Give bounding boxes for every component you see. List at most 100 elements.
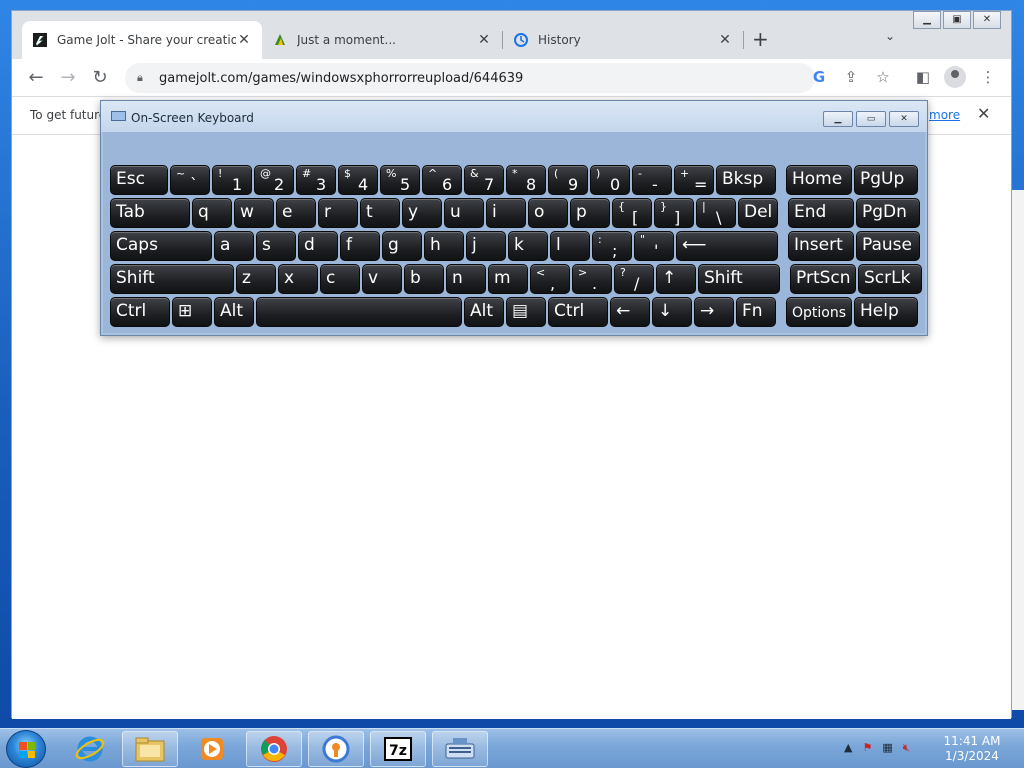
osk-key-3-9[interactable]: >. [572,264,612,294]
osk-key-0-8[interactable]: & 7 [464,165,504,195]
osk-key-4-1[interactable]: ⊞ [172,297,212,327]
osk-key-4-7[interactable]: ← [610,297,650,327]
close-tab-icon[interactable]: ✕ [476,32,492,48]
bookmark-star-icon[interactable]: ☆ [872,68,894,86]
tab-gamejolt[interactable]: Game Jolt - Share your creations ✕ [22,21,262,59]
osk-key-0-2[interactable]: ! 1 [212,165,252,195]
osk-key-3-4[interactable]: v [362,264,402,294]
osk-key-1-7[interactable]: u [444,198,484,228]
profile-avatar[interactable] [944,66,966,88]
osk-key-3-14[interactable]: ScrLk [858,264,922,294]
learn-more-link[interactable]: more [929,108,960,122]
osk-key-1-1[interactable]: q [192,198,232,228]
osk-key-3-2[interactable]: x [278,264,318,294]
osk-key-2-14[interactable]: Pause [856,231,920,261]
osk-key-0-9[interactable]: * 8 [506,165,546,195]
osk-key-2-3[interactable]: d [298,231,338,261]
on-screen-keyboard-taskbar-icon[interactable] [432,731,488,767]
tab-just-a-moment[interactable]: Just a moment... ✕ [262,21,502,59]
osk-key-2-1[interactable]: a [214,231,254,261]
osk-key-0-10[interactable]: (9 [548,165,588,195]
chrome-icon[interactable] [246,731,302,767]
osk-key-2-8[interactable]: k [508,231,548,261]
address-bar[interactable]: 🔒︎ gamejolt.com/games/windowsxphorrorreu… [125,63,815,93]
volume-muted-icon[interactable]: 🔇︎ [903,741,910,755]
osk-key-1-5[interactable]: t [360,198,400,228]
reload-icon[interactable]: ↻ [88,67,112,88]
osk-key-1-11[interactable]: {[ [612,198,652,228]
osk-key-2-11[interactable]: " ' [634,231,674,261]
osk-key-0-12[interactable]: -- [632,165,672,195]
osk-key-3-3[interactable]: c [320,264,360,294]
taskbar-clock[interactable]: 11:41 AM 1/3/2024 [936,734,1008,764]
osk-key-0-0[interactable]: Esc [110,165,168,195]
osk-close-button[interactable]: ✕ [889,111,919,127]
osk-key-0-7[interactable]: ^ 6 [422,165,462,195]
osk-key-0-6[interactable]: % 5 [380,165,420,195]
osk-key-4-12[interactable]: Help [854,297,918,327]
osk-key-1-15[interactable]: End [788,198,854,228]
tab-history[interactable]: History ✕ [503,21,743,59]
media-player-icon[interactable] [184,731,240,767]
osk-key-3-12[interactable]: Shift [698,264,780,294]
osk-minimize-button[interactable]: ▁ [823,111,853,127]
osk-key-0-11[interactable]: ) 0 [590,165,630,195]
osk-key-2-0[interactable]: Caps [110,231,212,261]
osk-restore-button[interactable]: ▭ [856,111,886,127]
osk-key-1-8[interactable]: i [486,198,526,228]
osk-key-4-0[interactable]: Ctrl [110,297,170,327]
osk-key-1-2[interactable]: w [234,198,274,228]
network-icon[interactable]: ▦ [882,741,892,755]
osk-key-1-16[interactable]: PgDn [856,198,920,228]
osk-key-1-13[interactable]: | \ [696,198,736,228]
osk-key-1-3[interactable]: e [276,198,316,228]
osk-key-3-5[interactable]: b [404,264,444,294]
osk-key-2-5[interactable]: g [382,231,422,261]
minimize-button[interactable]: ▁ [913,11,941,29]
close-tab-icon[interactable]: ✕ [717,32,733,48]
osk-key-3-6[interactable]: n [446,264,486,294]
osk-key-4-11[interactable]: Options [786,297,852,327]
osk-key-4-3[interactable] [256,297,462,327]
show-hidden-icons-icon[interactable]: ▲ [844,741,852,755]
osk-key-2-13[interactable]: Insert [788,231,854,261]
osk-key-4-5[interactable]: ▤ [506,297,546,327]
google-icon[interactable]: G [808,68,830,86]
osk-key-1-6[interactable]: y [402,198,442,228]
osk-key-4-2[interactable]: Alt [214,297,254,327]
osk-key-2-10[interactable]: :; [592,231,632,261]
start-button[interactable] [6,730,46,768]
osk-key-3-8[interactable]: <, [530,264,570,294]
osk-key-0-4[interactable]: #3 [296,165,336,195]
osk-key-2-9[interactable]: l [550,231,590,261]
osk-key-1-0[interactable]: Tab [110,198,190,228]
osk-key-2-6[interactable]: h [424,231,464,261]
osk-key-4-4[interactable]: Alt [464,297,504,327]
osk-key-0-15[interactable]: Home [786,165,852,195]
osk-key-3-13[interactable]: PrtScn [790,264,856,294]
osk-key-0-13[interactable]: + = [674,165,714,195]
action-center-icon[interactable]: ⚑ [862,741,872,755]
osk-key-1-14[interactable]: Del [738,198,778,228]
avast-icon[interactable] [308,731,364,767]
osk-key-0-3[interactable]: @2 [254,165,294,195]
osk-key-4-10[interactable]: Fn [736,297,776,327]
share-icon[interactable]: ⇪ [840,68,862,86]
osk-key-4-8[interactable]: ↓ [652,297,692,327]
7-zip-icon[interactable]: 7z [370,731,426,767]
osk-key-4-6[interactable]: Ctrl [548,297,608,327]
close-tab-icon[interactable]: ✕ [236,32,252,48]
osk-key-0-14[interactable]: Bksp [716,165,776,195]
osk-key-2-7[interactable]: j [466,231,506,261]
osk-key-0-5[interactable]: $4 [338,165,378,195]
side-panel-icon[interactable]: ◧ [912,68,934,86]
osk-key-3-7[interactable]: m [488,264,528,294]
close-infobar-icon[interactable]: ✕ [977,104,990,123]
osk-key-3-0[interactable]: Shift [110,264,234,294]
osk-key-2-4[interactable]: f [340,231,380,261]
forward-arrow-icon[interactable]: → [56,67,80,88]
osk-key-2-12[interactable]: ⟵ [676,231,778,261]
back-arrow-icon[interactable]: ← [24,67,48,88]
osk-key-1-10[interactable]: p [570,198,610,228]
osk-key-1-9[interactable]: o [528,198,568,228]
